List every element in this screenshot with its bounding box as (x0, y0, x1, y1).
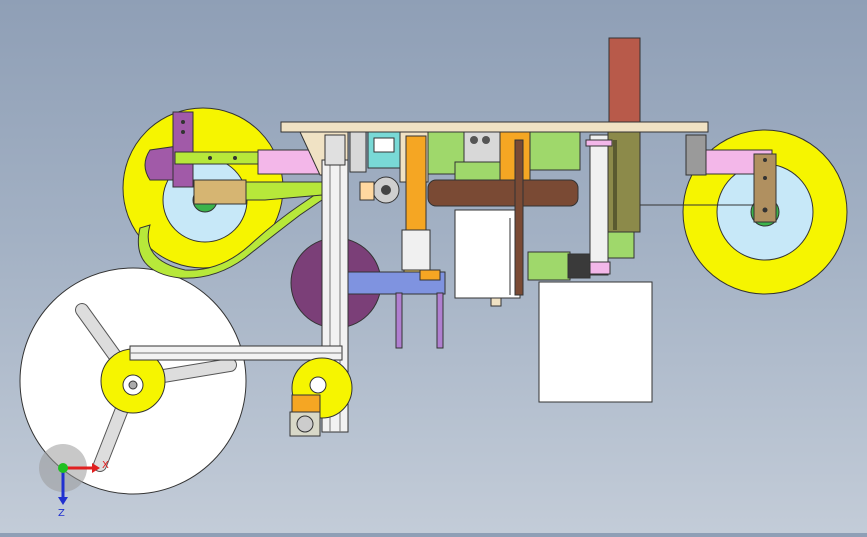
green-geared-motor (527, 251, 591, 281)
olive-panel (605, 131, 641, 259)
cad-viewport[interactable]: X Z (0, 0, 867, 533)
receiving-bin (538, 281, 653, 403)
brown-roller-bar (427, 179, 579, 207)
orange-lift-column (401, 135, 431, 287)
z-axis-label: Z (58, 508, 65, 519)
drive-pulley (359, 176, 400, 204)
sienna-motor-housing (608, 37, 641, 123)
top-mounting-plate (280, 121, 709, 133)
x-axis-label: X (102, 460, 109, 471)
support-rod (514, 139, 524, 296)
upper-component-row (349, 131, 581, 185)
